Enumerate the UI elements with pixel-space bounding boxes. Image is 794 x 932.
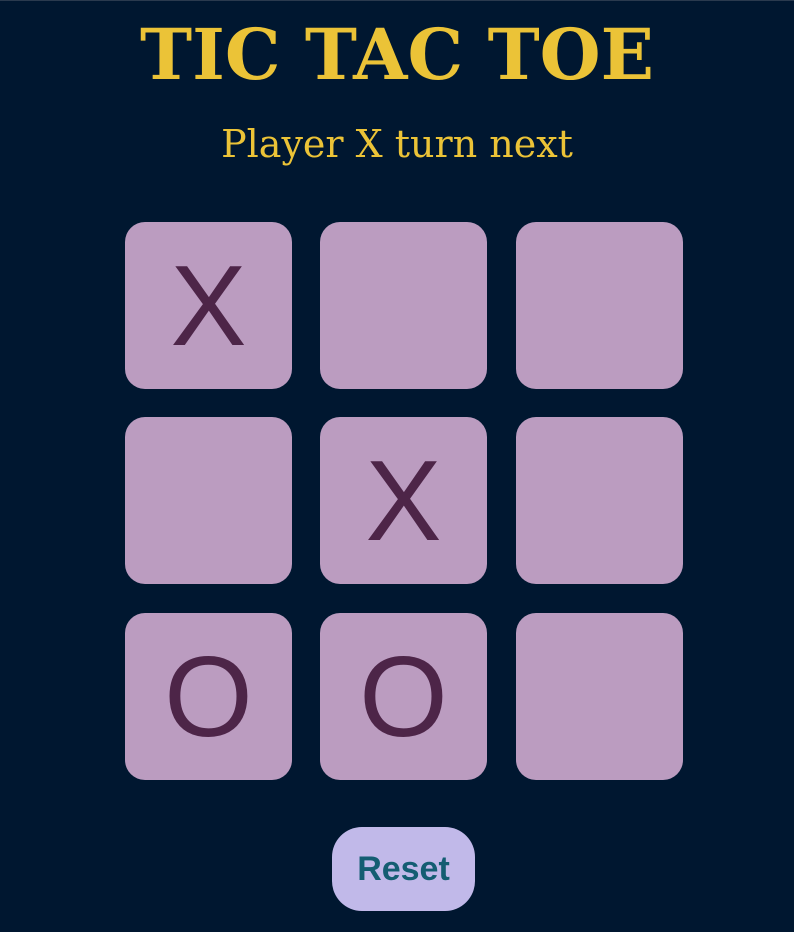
- game-title: TIC TAC TOE: [140, 13, 654, 96]
- board-cell-r1-c3[interactable]: [516, 222, 683, 389]
- board-cell-r3-c3[interactable]: [516, 613, 683, 780]
- board-cell-r1-c2[interactable]: [320, 222, 487, 389]
- board-cell-r3-c2[interactable]: O: [320, 613, 487, 780]
- board-cell-r2-c2[interactable]: X: [320, 417, 487, 584]
- board-cell-r3-c1[interactable]: O: [125, 613, 292, 780]
- board-cell-r2-c1[interactable]: [125, 417, 292, 584]
- board-cell-r1-c1[interactable]: X: [125, 222, 292, 389]
- reset-button[interactable]: Reset: [332, 827, 475, 911]
- turn-status: Player X turn next: [221, 122, 573, 166]
- game-board: X X O O: [125, 222, 683, 780]
- board-cell-r2-c3[interactable]: [516, 417, 683, 584]
